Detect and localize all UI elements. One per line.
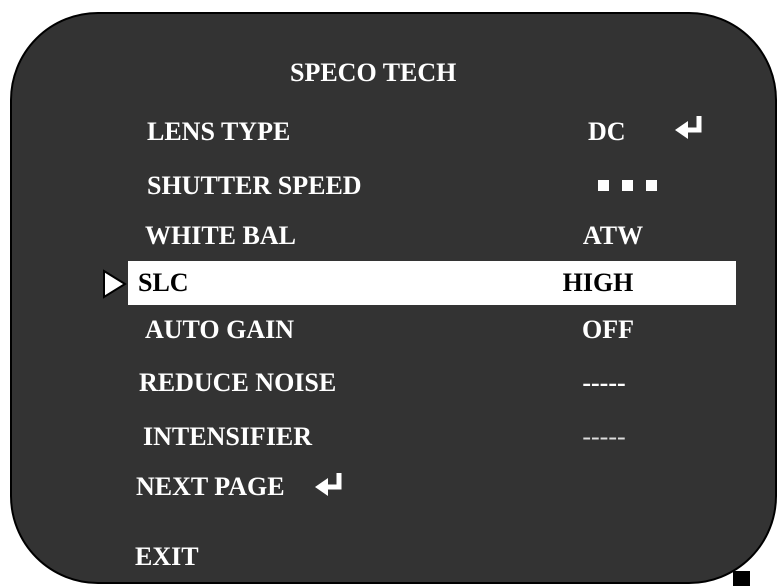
enter-arrow-icon bbox=[675, 116, 702, 139]
menu-item-exit[interactable]: EXIT bbox=[135, 542, 199, 572]
menu-item-next-page[interactable]: NEXT PAGE bbox=[136, 472, 285, 502]
menu-item-intensifier[interactable]: INTENSIFIER bbox=[143, 422, 312, 452]
selection-pointer-icon bbox=[103, 269, 127, 299]
menu-item-shutter-speed[interactable]: SHUTTER SPEED bbox=[147, 171, 362, 201]
enter-arrow-icon bbox=[315, 473, 342, 496]
white-bal-value[interactable]: ATW bbox=[583, 221, 643, 251]
three-squares-icon[interactable] bbox=[598, 178, 670, 196]
menu-item-lens-type[interactable]: LENS TYPE bbox=[147, 117, 290, 147]
intensifier-value[interactable]: ----- bbox=[582, 422, 625, 452]
menu-item-white-bal[interactable]: WHITE BAL bbox=[145, 221, 296, 251]
menu-title: SPECO TECH bbox=[290, 58, 457, 87]
reduce-noise-value[interactable]: ----- bbox=[582, 368, 625, 398]
selection-highlight bbox=[128, 261, 736, 305]
auto-gain-value[interactable]: OFF bbox=[582, 315, 634, 345]
menu-item-slc[interactable]: SLC bbox=[138, 268, 189, 298]
slc-value[interactable]: HIGH bbox=[563, 268, 634, 298]
corner-mark bbox=[733, 571, 750, 586]
menu-item-reduce-noise[interactable]: REDUCE NOISE bbox=[139, 368, 336, 398]
menu-item-auto-gain[interactable]: AUTO GAIN bbox=[145, 315, 294, 345]
lens-type-value[interactable]: DC bbox=[588, 117, 626, 147]
